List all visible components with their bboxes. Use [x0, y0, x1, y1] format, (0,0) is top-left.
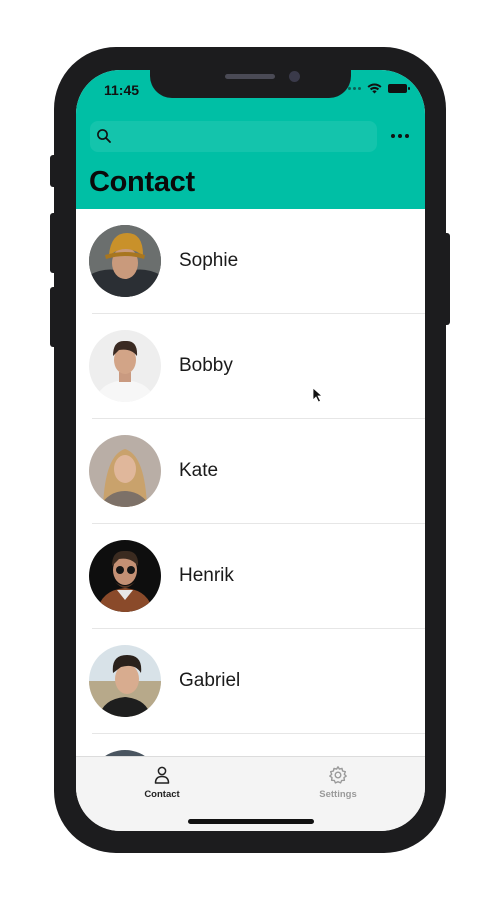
mouse-cursor-icon [312, 387, 324, 403]
notch [150, 70, 351, 98]
front-camera [289, 71, 300, 82]
gear-icon [329, 766, 347, 784]
battery-icon [388, 84, 410, 93]
more-icon[interactable] [389, 128, 411, 144]
search-input[interactable] [90, 121, 377, 152]
contact-row-kate[interactable]: Kate [76, 419, 425, 524]
contact-name: Gabriel [179, 670, 241, 691]
avatar [89, 435, 161, 507]
home-indicator[interactable] [188, 819, 314, 824]
canvas: 11:45 Contact Sophie Bobby Kate Henrik G… [0, 0, 500, 900]
contact-row-henrik[interactable]: Henrik [76, 524, 425, 629]
page-title: Contact [89, 166, 195, 198]
status-time: 11:45 [104, 82, 140, 98]
tab-settings[interactable]: Settings [293, 765, 383, 800]
avatar [89, 645, 161, 717]
contact-name: Henrik [179, 565, 234, 586]
contact-row-partial[interactable] [76, 734, 425, 757]
contact-row-gabriel[interactable]: Gabriel [76, 629, 425, 734]
search-icon [97, 129, 111, 143]
person-icon [154, 766, 170, 784]
tab-bar: Contact Settings [76, 756, 425, 831]
contact-row-sophie[interactable]: Sophie [76, 209, 425, 314]
speaker [225, 74, 275, 79]
avatar [89, 540, 161, 612]
avatar [89, 225, 161, 297]
contact-name: Bobby [179, 355, 233, 376]
contact-list: Sophie Bobby Kate Henrik Gabriel [76, 209, 425, 757]
tab-label: Contact [144, 789, 180, 800]
avatar [89, 330, 161, 402]
status-icons [343, 83, 410, 94]
tab-label: Settings [319, 789, 357, 800]
contact-name: Kate [179, 460, 219, 481]
header: 11:45 Contact [76, 70, 425, 209]
contact-name: Sophie [179, 250, 239, 271]
tab-contact[interactable]: Contact [117, 765, 207, 800]
phone-screen: 11:45 Contact Sophie Bobby Kate Henrik G… [76, 70, 425, 831]
contact-row-bobby[interactable]: Bobby [76, 314, 425, 419]
wifi-icon [367, 83, 382, 94]
